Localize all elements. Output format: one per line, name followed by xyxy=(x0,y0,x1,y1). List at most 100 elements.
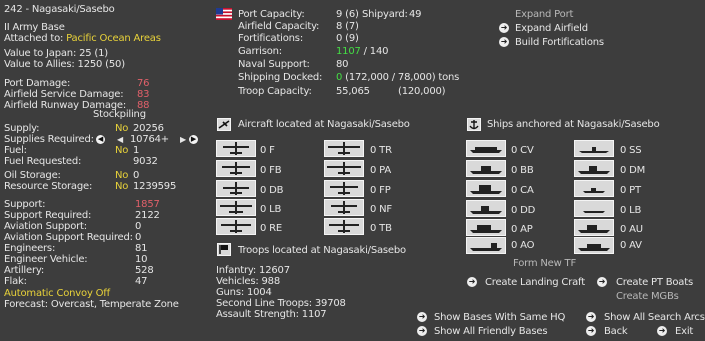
airfield-service-damage-label: Airfield Service Damage: xyxy=(4,89,124,100)
ship-count-dm: 0 DM xyxy=(620,165,646,176)
supply-stockpile-toggle[interactable]: No xyxy=(115,123,128,134)
form-new-tf-button[interactable]: Form New TF xyxy=(513,258,576,269)
create-landing-craft-button[interactable]: Create Landing Craft xyxy=(485,277,585,288)
ship-au-button[interactable] xyxy=(574,219,614,236)
attached-label: Attached to: xyxy=(4,33,64,44)
build-fortifications-button[interactable]: Build Fortifications xyxy=(515,37,604,48)
anchor-icon xyxy=(467,118,481,131)
increase-supply-arrow-icon[interactable]: ▶ xyxy=(189,135,198,144)
arrow-right-icon[interactable]: ➜ xyxy=(597,277,607,287)
shipping-docked-count: 0 xyxy=(336,72,343,83)
shipyard-label: Shipyard: xyxy=(362,9,408,20)
ship-count-av: 0 AV xyxy=(620,240,642,251)
arrow-right-icon[interactable]: ➜ xyxy=(499,23,509,33)
arrow-right-icon[interactable]: ➜ xyxy=(586,312,596,322)
dive-bomber-icon xyxy=(223,182,249,195)
recon-icon xyxy=(221,220,251,233)
arrow-right-icon[interactable]: ➜ xyxy=(417,326,427,336)
create-mgbs-button[interactable]: Create MGBs xyxy=(616,291,679,302)
engineers-label: Engineers: xyxy=(4,243,56,254)
arrow-right-icon[interactable]: ➜ xyxy=(586,326,596,336)
patrol-plane-icon xyxy=(327,162,361,175)
expand-airfield-button[interactable]: Expand Airfield xyxy=(515,23,588,34)
aircraft-lb-button[interactable] xyxy=(216,199,256,216)
landing-barge-icon xyxy=(583,211,605,213)
port-capacity-value: 9 (6) xyxy=(336,9,359,20)
aviation-support-required-label: Aviation Support Required: xyxy=(4,232,133,243)
garrison-value: 1107 / 140 xyxy=(336,46,388,57)
aircraft-db-button[interactable] xyxy=(216,180,256,197)
aircraft-re-button[interactable] xyxy=(216,218,256,235)
submarine-icon xyxy=(579,147,609,153)
create-pt-boats-button[interactable]: Create PT Boats xyxy=(616,277,693,288)
fuel-label: Fuel: xyxy=(4,145,27,156)
shipping-docked-tons: (172,000 / 78,000) tons xyxy=(345,72,460,83)
aircraft-count-fb: 0 FB xyxy=(260,165,282,176)
automatic-convoy-toggle[interactable]: Automatic Convoy Off xyxy=(4,288,110,299)
aircraft-f-button[interactable] xyxy=(216,140,256,157)
show-all-search-arcs-button[interactable]: Show All Search Arcs xyxy=(604,312,705,323)
ship-ss-button[interactable] xyxy=(574,140,614,157)
fighter-icon xyxy=(223,142,249,155)
garrison-current: 1107 xyxy=(336,46,361,57)
aircraft-fb-button[interactable] xyxy=(216,160,256,177)
float-plane-icon xyxy=(330,182,358,195)
ship-ao-button[interactable] xyxy=(466,237,506,254)
flak-value: 47 xyxy=(135,276,148,287)
ship-lb-button[interactable] xyxy=(574,200,614,217)
expand-port-button[interactable]: Expand Port xyxy=(515,9,573,20)
troop-capacity-label: Troop Capacity: xyxy=(238,86,312,97)
fuel-stockpile-toggle[interactable]: No xyxy=(115,145,128,156)
right-arrow-icon[interactable]: ▶ xyxy=(180,134,186,145)
resource-storage-value: 1239595 xyxy=(133,181,177,192)
back-button[interactable]: Back xyxy=(604,326,628,337)
value-to-japan: Value to Japan: 25 (1) xyxy=(4,48,108,59)
aircraft-count-nf: 0 NF xyxy=(370,204,392,215)
supply-value: 20256 xyxy=(133,123,164,134)
exit-button[interactable]: Exit xyxy=(675,326,693,337)
ship-ap-button[interactable] xyxy=(466,219,506,236)
ship-cv-button[interactable] xyxy=(466,140,506,157)
troops-second-line: Second Line Troops: 39708 xyxy=(216,298,346,309)
ship-dm-button[interactable] xyxy=(574,160,614,177)
troops-assault-strength: Assault Strength: 1107 xyxy=(216,309,327,320)
left-arrow-icon[interactable]: ◀ xyxy=(117,134,123,145)
ship-av-button[interactable] xyxy=(574,237,614,254)
aircraft-nf-button[interactable] xyxy=(324,199,364,216)
flak-label: Flak: xyxy=(4,276,27,287)
airfield-capacity-label: Airfield Capacity: xyxy=(238,21,320,32)
aircraft-pa-button[interactable] xyxy=(324,160,364,177)
base-title: 242 - Nagasaki/Sasebo xyxy=(4,4,115,15)
aircraft-icon xyxy=(217,118,231,131)
port-damage-label: Port Damage: xyxy=(4,78,71,89)
troops-infantry: Infantry: 12607 xyxy=(216,265,290,276)
arrow-right-icon[interactable]: ➜ xyxy=(467,277,477,287)
arrow-right-icon[interactable]: ➜ xyxy=(417,312,427,322)
shipyard-value: 49 xyxy=(409,9,422,20)
arrow-right-icon[interactable]: ➜ xyxy=(657,326,667,336)
arrow-right-icon[interactable]: ➜ xyxy=(499,37,509,47)
attached-hq[interactable]: Pacific Ocean Areas xyxy=(66,33,161,44)
oil-stockpile-toggle[interactable]: No xyxy=(115,170,128,181)
aircraft-fp-button[interactable] xyxy=(324,180,364,197)
engineer-vehicle-value: 10 xyxy=(135,254,148,265)
ship-dd-button[interactable] xyxy=(466,200,506,217)
ships-heading: Ships anchored at Nagasaki/Sasebo xyxy=(487,119,660,130)
aircraft-tr-button[interactable] xyxy=(324,140,364,157)
aircraft-count-tb: 0 TB xyxy=(370,223,392,234)
carrier-icon xyxy=(470,147,502,153)
show-bases-same-hq-button[interactable]: Show Bases With Same HQ xyxy=(434,312,565,323)
ship-bb-button[interactable] xyxy=(466,160,506,177)
value-to-allies: Value to Allies: 1250 (50) xyxy=(4,59,125,70)
auxiliary-ship-icon xyxy=(578,225,610,233)
troop-capacity-value: 55,065 xyxy=(336,86,370,97)
fuel-requested-label: Fuel Requested: xyxy=(4,156,82,167)
resource-stockpile-toggle[interactable]: No xyxy=(115,181,128,192)
ship-pt-button[interactable] xyxy=(574,180,614,197)
aircraft-tb-button[interactable] xyxy=(324,218,364,235)
garrison-label: Garrison: xyxy=(238,46,282,57)
decrease-supply-arrow-icon[interactable]: ◀ xyxy=(96,135,105,144)
ship-ca-button[interactable] xyxy=(466,180,506,197)
show-all-friendly-bases-button[interactable]: Show All Friendly Bases xyxy=(434,326,548,337)
cruiser-icon xyxy=(470,185,502,194)
